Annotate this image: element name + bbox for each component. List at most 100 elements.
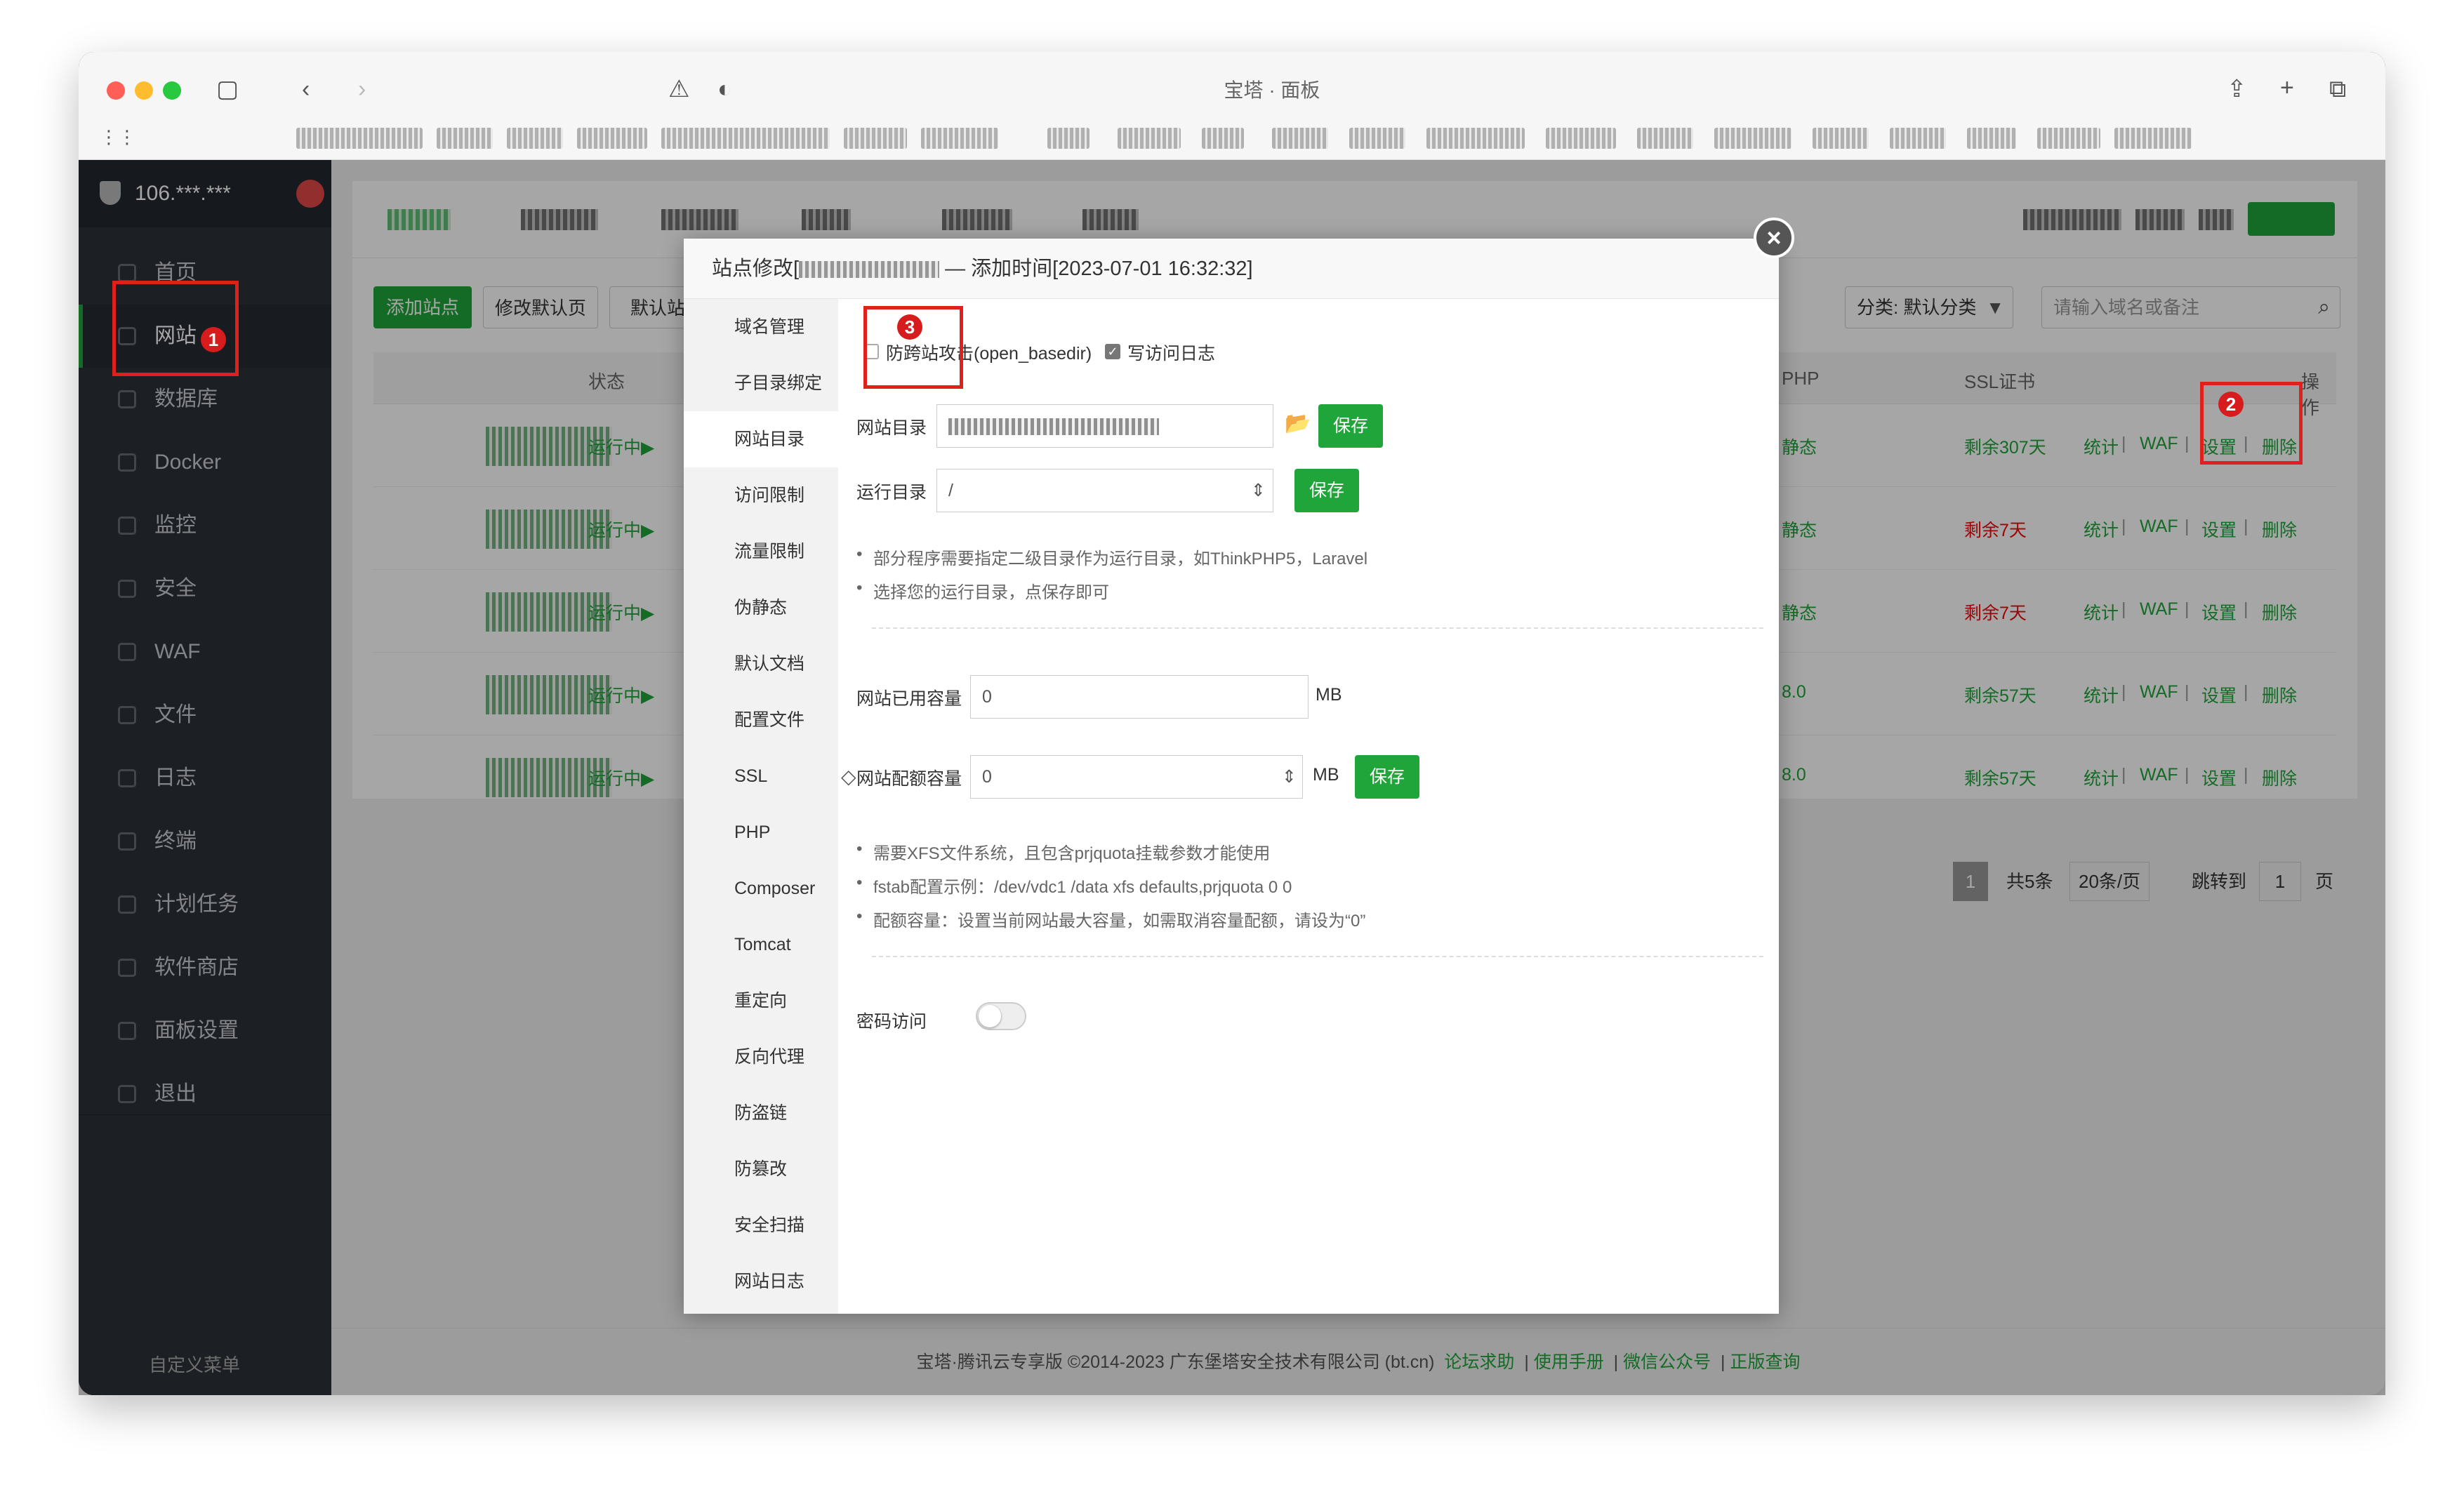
save-quota-button[interactable]: 保存 <box>1355 755 1419 799</box>
site-edit-modal: 站点修改[ — 添加时间[2023-07-01 16:32:32] × 域名管理… <box>684 218 1794 1314</box>
site-dir-input[interactable] <box>936 404 1273 448</box>
bookmark[interactable] <box>1202 128 1244 149</box>
run-dir-value: / <box>948 481 953 500</box>
nav-php[interactable]: PHP <box>684 804 838 860</box>
stepper-icon[interactable]: ⇕ <box>1282 756 1297 798</box>
new-tab-icon[interactable]: + <box>2280 76 2294 100</box>
nav-site-log[interactable]: 网站日志 <box>684 1253 838 1310</box>
nav-composer[interactable]: Composer <box>684 860 838 917</box>
nav-hotlink[interactable]: 防盗链 <box>684 1085 838 1141</box>
nav-access-limit[interactable]: 访问限制 <box>684 467 838 524</box>
tip-text: 部分程序需要指定二级目录作为运行目录，如ThinkPHP5，Laravel <box>873 549 1368 568</box>
tip-bullet: • <box>856 839 863 858</box>
close-icon[interactable]: × <box>1754 218 1794 258</box>
forward-icon[interactable]: › <box>358 77 366 101</box>
bookmark[interactable] <box>844 128 907 149</box>
tip-bullet: • <box>856 873 863 892</box>
maximize-window-button[interactable] <box>163 81 181 100</box>
run-dir-select[interactable]: / ⇕ <box>936 469 1273 512</box>
step-badge: 1 <box>201 327 226 352</box>
shield-icon[interactable]: ◐ <box>717 77 732 101</box>
bookmark[interactable] <box>507 128 563 149</box>
nav-scan[interactable]: 安全扫描 <box>684 1197 838 1253</box>
bookmark[interactable] <box>1637 128 1693 149</box>
nav-ssl[interactable]: SSL <box>684 748 838 804</box>
quota-label: 网站配额容量 <box>856 769 962 789</box>
nav-proxy[interactable]: 反向代理 <box>684 1029 838 1085</box>
blurred-domain <box>799 261 940 279</box>
tip-text: 选择您的运行目录，点保存即可 <box>873 583 1109 602</box>
password-access-label: 密码访问 <box>856 1012 927 1032</box>
quota-value: 0 <box>982 767 992 787</box>
grid-icon[interactable]: ⋮⋮ <box>100 125 136 149</box>
save-run-dir-button[interactable]: 保存 <box>1294 469 1359 512</box>
bookmark[interactable] <box>1967 128 2016 149</box>
write-log-checkbox[interactable]: ✓ <box>1105 344 1120 359</box>
tip-bullet: • <box>856 907 863 926</box>
divider <box>872 956 1763 957</box>
nav-traffic-limit[interactable]: 流量限制 <box>684 524 838 580</box>
nav-rewrite[interactable]: 伪静态 <box>684 580 838 636</box>
bookmark[interactable] <box>577 128 647 149</box>
bookmark[interactable] <box>1047 128 1089 149</box>
bookmark[interactable] <box>2037 128 2100 149</box>
nav-default-doc[interactable]: 默认文档 <box>684 636 838 692</box>
nav-site-dir[interactable]: 网站目录 <box>684 411 838 467</box>
blurred-path <box>948 418 1159 436</box>
bookmark[interactable] <box>921 128 998 149</box>
back-icon[interactable]: ‹ <box>302 77 310 101</box>
share-icon[interactable]: ⇪ <box>2227 77 2247 101</box>
bookmark[interactable] <box>1349 128 1405 149</box>
bookmark[interactable] <box>661 128 830 149</box>
modal-title-suffix: — 添加时间[2023-07-01 16:32:32] <box>945 258 1253 280</box>
tip-bullet: • <box>856 545 863 564</box>
save-site-dir-button[interactable]: 保存 <box>1318 404 1383 448</box>
browser-chrome: ▢ ‹ › ⚠ ◐ 宝塔 · 面板 ⇪ + ⧉ ⋮⋮ <box>79 52 2385 160</box>
modal-title: 站点修改[ — 添加时间[2023-07-01 16:32:32] <box>684 239 1779 299</box>
nav-config[interactable]: 配置文件 <box>684 692 838 748</box>
address-bar[interactable]: 宝塔 · 面板 <box>767 72 1777 109</box>
bookmark[interactable] <box>296 128 423 149</box>
nav-tamper[interactable]: 防篡改 <box>684 1141 838 1197</box>
nav-domain[interactable]: 域名管理 <box>684 299 838 355</box>
sidebar-toggle-icon[interactable]: ▢ <box>216 77 239 101</box>
nav-tomcat[interactable]: Tomcat <box>684 917 838 973</box>
write-log-label: 写访问日志 <box>1127 344 1216 364</box>
modal-title-prefix: 站点修改[ <box>712 258 800 280</box>
tabs-overview-icon[interactable]: ⧉ <box>2329 77 2346 101</box>
quota-input[interactable]: 0 ⇕ <box>970 755 1303 799</box>
tip-text: 配额容量：设置当前网站最大容量，如需取消容量配额，请设为“0” <box>873 912 1366 931</box>
bookmark[interactable] <box>437 128 493 149</box>
nav-subdir[interactable]: 子目录绑定 <box>684 355 838 411</box>
bookmark[interactable] <box>1714 128 1791 149</box>
tip-text: fstab配置示例：/dev/vdc1 /data xfs defaults,p… <box>873 878 1292 897</box>
used-capacity-input[interactable]: 0 <box>970 675 1309 719</box>
tip-text: 需要XFS文件系统，且包含prjquota挂载参数才能使用 <box>873 844 1271 863</box>
vip-diamond-icon: ◇ <box>841 766 856 787</box>
bookmark[interactable] <box>2114 128 2192 149</box>
unit-label: MB <box>1313 765 1339 785</box>
bookmark[interactable] <box>1118 128 1181 149</box>
bookmark[interactable] <box>1546 128 1616 149</box>
modal-body: 防跨站攻击(open_basedir) ✓ 写访问日志 网站目录 📂 保存 运行… <box>838 299 1779 1314</box>
folder-open-icon[interactable]: 📂 <box>1285 411 1311 436</box>
step-badge: 2 <box>2218 392 2244 417</box>
password-access-toggle[interactable] <box>976 1002 1026 1030</box>
privacy-icon[interactable]: ⚠ <box>668 77 689 101</box>
bookmark[interactable] <box>1426 128 1525 149</box>
bookmark[interactable] <box>1813 128 1869 149</box>
bookmark[interactable] <box>1890 128 1946 149</box>
bookmarks-bar: ⋮⋮ <box>79 121 2385 159</box>
minimize-window-button[interactable] <box>135 81 153 100</box>
tip-bullet: • <box>856 578 863 597</box>
run-dir-label: 运行目录 <box>856 483 927 502</box>
site-dir-label: 网站目录 <box>856 418 927 438</box>
bookmark[interactable] <box>1272 128 1328 149</box>
select-arrows-icon: ⇕ <box>1251 481 1266 500</box>
nav-redirect[interactable]: 重定向 <box>684 973 838 1029</box>
unit-label: MB <box>1316 685 1342 705</box>
highlight-box-settings <box>2200 382 2303 465</box>
close-window-button[interactable] <box>107 81 125 100</box>
modal-nav: 域名管理 子目录绑定 网站目录 访问限制 流量限制 伪静态 默认文档 配置文件 … <box>684 299 838 1314</box>
used-capacity-label: 网站已用容量 <box>856 689 962 709</box>
